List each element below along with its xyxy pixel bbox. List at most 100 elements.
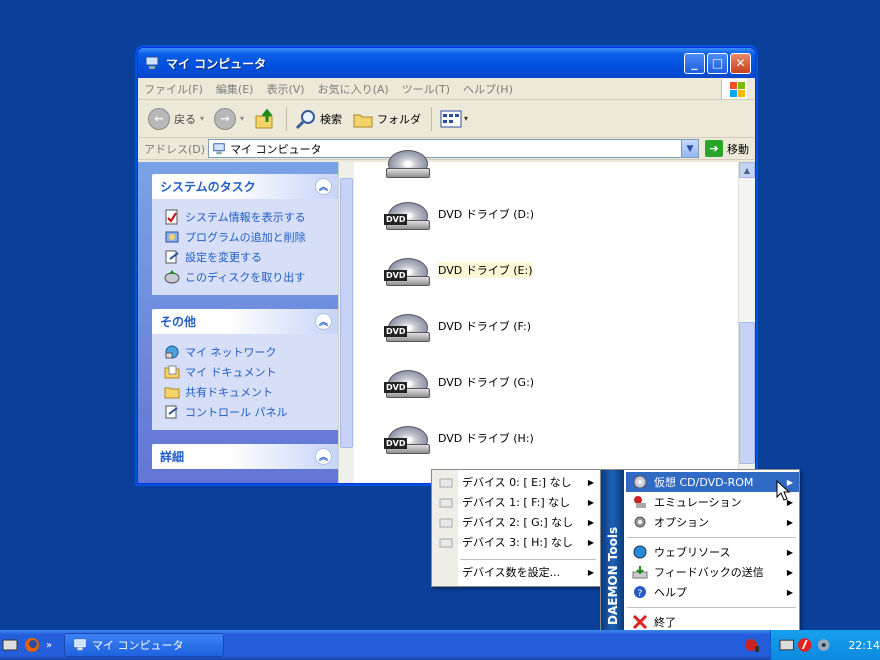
submenu-arrow-icon: ▶ <box>587 517 594 527</box>
views-icon <box>440 110 462 127</box>
security-alert-icon[interactable] <box>744 637 760 653</box>
menu-item-label: オプション <box>654 516 709 529</box>
scrollbar-thumb[interactable] <box>340 178 353 448</box>
views-button[interactable]: ▾ <box>440 109 468 129</box>
task-pane-scrollbar[interactable] <box>338 162 354 483</box>
maximize-button[interactable]: □ <box>707 52 728 74</box>
windows-logo-icon <box>721 79 747 99</box>
link-label: このディスクを取り出す <box>185 271 306 284</box>
title-bar[interactable]: マイ コンピュータ _ □ ✕ <box>138 48 755 78</box>
set-device-count-item[interactable]: デバイス数を設定... ▶ <box>432 562 600 582</box>
quick-launch: » <box>0 637 64 653</box>
exit-x-icon <box>632 615 648 629</box>
address-input[interactable]: マイ コンピュータ ▼ <box>208 139 699 158</box>
link-change-settings[interactable]: 設定を変更する <box>164 247 340 267</box>
link-my-network[interactable]: マイ ネットワーク <box>164 342 340 362</box>
volume-icon[interactable] <box>816 637 831 653</box>
device-1-item[interactable]: デバイス 1: [ F:] なし ▶ <box>432 492 600 512</box>
clock: 22:14 <box>848 638 880 652</box>
collapse-chevron-icon[interactable]: ︽ <box>315 178 332 195</box>
menu-item-label: デバイス数を設定... <box>462 566 561 579</box>
help-item[interactable]: ? ヘルプ ▶ <box>626 582 799 602</box>
exit-item[interactable]: 終了 <box>626 612 799 632</box>
dvd-drive-icon: DVD <box>384 416 432 460</box>
drive-item-selected[interactable]: DVD DVD ドライブ (E:) <box>384 248 533 292</box>
collapse-chevron-icon[interactable]: ︽ <box>315 313 332 330</box>
minimize-button[interactable]: _ <box>684 52 705 74</box>
link-add-remove-programs[interactable]: プログラムの追加と削除 <box>164 227 340 247</box>
folders-label: フォルダ <box>377 112 422 126</box>
address-dropdown-button[interactable]: ▼ <box>681 140 698 157</box>
link-eject-disc[interactable]: このディスクを取り出す <box>164 267 340 287</box>
web-resources-item[interactable]: ウェブリソース ▶ <box>626 542 799 562</box>
tray-app-icon[interactable] <box>779 637 794 653</box>
link-control-panel[interactable]: コントロール パネル <box>164 402 340 422</box>
search-button[interactable]: 検索 <box>295 108 342 130</box>
device-3-item[interactable]: デバイス 3: [ H:] なし ▶ <box>432 532 600 552</box>
show-desktop-icon[interactable] <box>2 637 18 653</box>
drive-item-partial[interactable] <box>384 140 438 184</box>
go-arrow-icon: ➔ <box>705 140 723 157</box>
dvd-badge: DVD <box>384 326 408 337</box>
folders-button[interactable]: フォルダ <box>352 108 421 130</box>
virtual-cd-dvd-rom-item[interactable]: 仮想 CD/DVD-ROM ▶ <box>626 472 799 492</box>
dvd-drive-icon <box>384 140 432 184</box>
device-2-item[interactable]: デバイス 2: [ G:] なし ▶ <box>432 512 600 532</box>
forward-button[interactable]: → ▾ <box>214 107 244 130</box>
up-folder-button[interactable] <box>254 108 276 130</box>
computer-icon <box>213 142 225 154</box>
drive-name: DVD ドライブ (G:) <box>438 376 535 389</box>
network-icon <box>165 345 179 359</box>
drive-item[interactable]: DVD DVD ドライブ (H:) <box>384 416 534 460</box>
drive-item[interactable]: DVD DVD ドライブ (F:) <box>384 304 531 348</box>
menu-view[interactable]: 表示(V) <box>266 81 304 97</box>
back-button[interactable]: ← 戻る ▾ <box>148 107 204 130</box>
scroll-up-button[interactable]: ▲ <box>739 162 755 178</box>
menu-file[interactable]: ファイル(F) <box>144 81 203 97</box>
firefox-icon[interactable] <box>24 637 40 653</box>
options-item[interactable]: オプション ▶ <box>626 512 799 532</box>
menu-help[interactable]: ヘルプ(H) <box>463 81 513 97</box>
daemon-tools-tray-icon[interactable] <box>797 637 812 653</box>
virtual-drive-icon <box>439 478 453 488</box>
explorer-window: マイ コンピュータ _ □ ✕ ファイル(F) 編集(E) 表示(V) お気に入… <box>137 47 756 484</box>
panel-header[interactable]: 詳細 ︽ <box>152 444 340 469</box>
toolbar-separator <box>431 106 433 131</box>
panel-title: システムのタスク <box>160 180 256 194</box>
emulation-icon <box>634 496 646 508</box>
close-button[interactable]: ✕ <box>730 52 751 74</box>
menu-item-label: フィードバックの送信 <box>654 566 764 579</box>
link-my-documents[interactable]: マイ ドキュメント <box>164 362 340 382</box>
collapse-chevron-icon[interactable]: ︽ <box>315 448 332 465</box>
address-value: マイ コンピュータ <box>230 142 322 156</box>
menu-favorites[interactable]: お気に入り(A) <box>318 81 389 97</box>
documents-folder-icon <box>164 365 180 379</box>
quick-launch-more-icon[interactable]: » <box>46 640 52 651</box>
scrollbar-thumb[interactable] <box>739 322 755 464</box>
menu-item-label: デバイス 2: [ G:] なし <box>462 516 574 529</box>
device-0-item[interactable]: デバイス 0: [ E:] なし ▶ <box>432 472 600 492</box>
send-feedback-item[interactable]: フィードバックの送信 ▶ <box>626 562 799 582</box>
drive-list-scrollbar[interactable]: ▲ ▼ <box>738 162 755 483</box>
virtual-drive-icon <box>439 518 453 528</box>
address-bar: アドレス(D) マイ コンピュータ ▼ ➔ 移動 <box>138 138 755 160</box>
panel-other-places: その他 ︽ マイ ネットワーク マイ ドキュメント 共有ドキュメント コントロー… <box>152 309 340 430</box>
menu-tools[interactable]: ツール(T) <box>402 81 450 97</box>
system-info-icon <box>165 209 178 225</box>
taskbar-task-my-computer[interactable]: マイ コンピュータ <box>64 633 224 657</box>
link-shared-documents[interactable]: 共有ドキュメント <box>164 382 340 402</box>
emulation-item[interactable]: エミュレーション ▶ <box>626 492 799 512</box>
window-title: マイ コンピュータ <box>166 56 267 71</box>
link-system-info[interactable]: システム情報を表示する <box>164 207 340 227</box>
dvd-badge: DVD <box>384 438 408 449</box>
menu-item-label: デバイス 0: [ E:] なし <box>462 476 572 489</box>
panel-header[interactable]: その他 ︽ <box>152 309 340 334</box>
drive-item[interactable]: DVD DVD ドライブ (G:) <box>384 360 534 404</box>
drive-item[interactable]: DVD DVD ドライブ (D:) <box>384 192 534 236</box>
go-button[interactable]: ➔ 移動 <box>699 140 755 157</box>
menu-item-label: デバイス 1: [ F:] なし <box>462 496 571 509</box>
menu-edit[interactable]: 編集(E) <box>216 81 254 97</box>
dvd-drive-icon: DVD <box>384 360 432 404</box>
address-label: アドレス(D) <box>144 142 206 156</box>
panel-header[interactable]: システムのタスク ︽ <box>152 174 340 199</box>
